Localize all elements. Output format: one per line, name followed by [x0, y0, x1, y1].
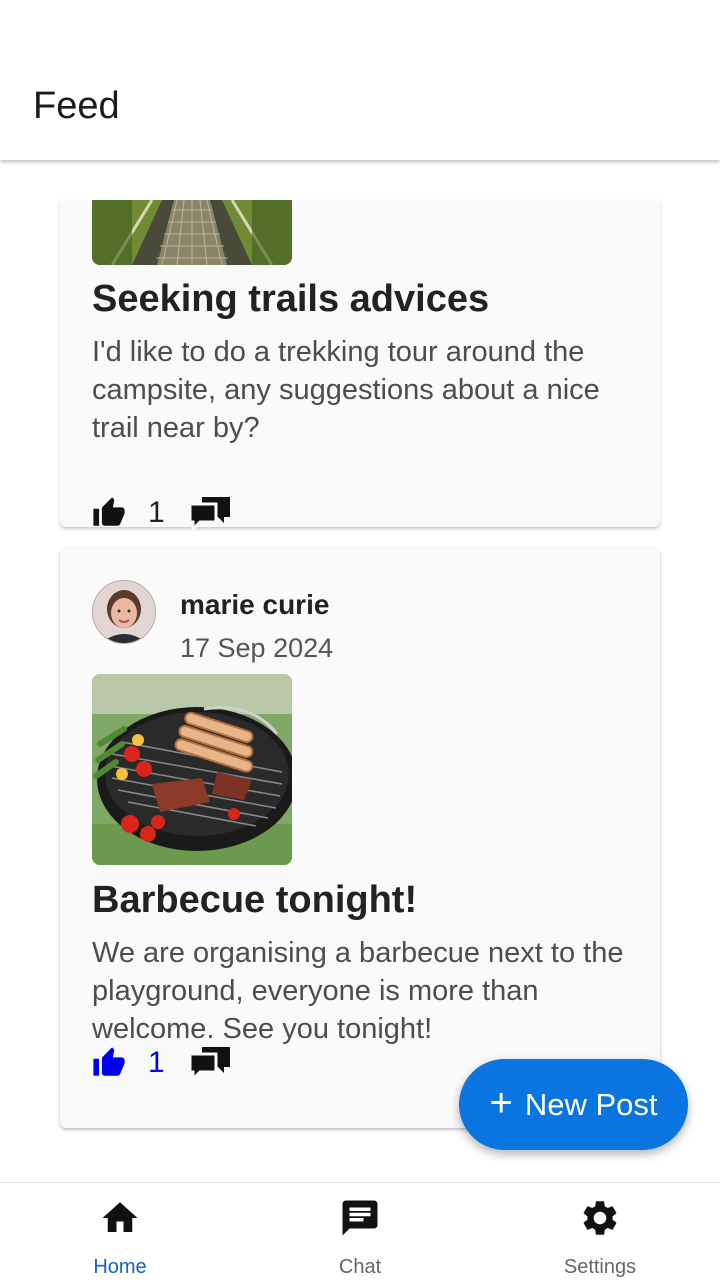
home-icon — [99, 1197, 141, 1239]
comments-icon[interactable] — [188, 495, 232, 533]
thumbs-up-icon[interactable] — [92, 1046, 126, 1080]
author-name[interactable]: marie curie — [180, 588, 329, 622]
like-count: 1 — [148, 1046, 165, 1079]
bottom-navigation: Home Chat Settings — [0, 1182, 720, 1280]
nav-item-home[interactable]: Home — [0, 1183, 240, 1280]
post-body: I'd like to do a trekking tour around th… — [92, 336, 600, 444]
new-post-button[interactable]: + New Post — [459, 1059, 688, 1150]
page-title: Feed — [33, 85, 120, 127]
suspension-bridge-photo — [92, 200, 292, 265]
gear-icon — [579, 1197, 621, 1239]
nav-item-settings[interactable]: Settings — [480, 1183, 720, 1280]
feed-list[interactable]: Seeking trails advices I'd like to do a … — [0, 160, 720, 1182]
post-image[interactable] — [92, 200, 292, 265]
like-count: 1 — [148, 496, 165, 529]
new-post-label: New Post — [524, 1086, 658, 1122]
nav-label: Chat — [338, 1256, 382, 1278]
app-bar: Feed — [0, 0, 720, 160]
nav-label: Home — [93, 1256, 147, 1278]
plus-icon: + — [489, 1080, 513, 1125]
post-image[interactable] — [92, 674, 292, 865]
post-title: Seeking trails advices — [92, 278, 490, 320]
post-date: 17 Sep 2024 — [180, 633, 334, 663]
chat-icon — [339, 1197, 381, 1239]
post-card[interactable]: Seeking trails advices I'd like to do a … — [60, 200, 660, 533]
nav-label: Settings — [563, 1256, 637, 1278]
nav-item-chat[interactable]: Chat — [240, 1183, 480, 1280]
post-actions: 1 — [92, 493, 232, 533]
post-card[interactable]: marie curie 17 Sep 2024 Barbecue tonight… — [60, 548, 660, 1128]
post-actions: 1 — [92, 1043, 232, 1083]
post-title: Barbecue tonight! — [92, 879, 418, 921]
comments-icon[interactable] — [188, 1045, 232, 1083]
barbecue-grill-photo — [92, 674, 292, 865]
post-body: We are organising a barbecue next to the… — [92, 937, 624, 1045]
thumbs-up-icon[interactable] — [92, 496, 126, 530]
app-screen: Feed Seeking trails advices I'd like to … — [0, 0, 720, 1280]
avatar[interactable] — [92, 580, 156, 644]
